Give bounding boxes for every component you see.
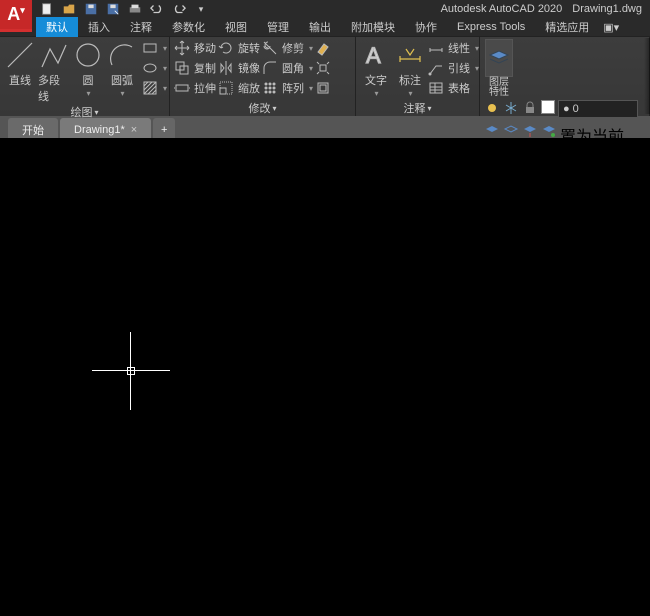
tab-overflow-icon[interactable]: ▣▾ [599,19,623,36]
layer-properties-icon [485,39,513,77]
mirror-icon[interactable] [218,60,234,76]
open-icon[interactable] [60,1,78,17]
erase-icon[interactable] [315,40,331,56]
circle-icon [72,39,104,71]
leader-icon[interactable] [428,60,444,76]
rectangle-icon[interactable] [142,40,158,56]
dimension-icon [394,39,426,71]
new-drawing-tab[interactable]: + [153,118,175,138]
quick-access-toolbar: ▾ [38,1,210,17]
tab-annotate[interactable]: 注释 [120,17,162,37]
offset-icon[interactable] [315,80,331,96]
saveas-icon[interactable] [104,1,122,17]
layer-combo[interactable]: ● 0 [558,100,638,118]
rotate-icon[interactable] [218,40,234,56]
app-logo[interactable]: A▾ [0,0,32,32]
svg-text:A: A [366,43,381,68]
tab-addins[interactable]: 附加模块 [341,17,405,37]
tab-view[interactable]: 视图 [215,17,257,37]
new-icon[interactable] [38,1,56,17]
panel-modify-title[interactable]: 修改▾ [174,100,351,116]
array-icon[interactable] [262,80,278,96]
explode-icon[interactable] [315,60,331,76]
panel-draw: 直线 多段线 圆▾ 圆弧▾ ▾ ▾ ▾ 绘图▾ [0,37,170,116]
qat-more-icon[interactable]: ▾ [192,1,210,17]
ribbon: 直线 多段线 圆▾ 圆弧▾ ▾ ▾ ▾ 绘图▾ [0,36,650,116]
panel-anno-title[interactable]: 注释▾ [360,100,475,116]
tab-output[interactable]: 输出 [299,17,341,37]
trim-icon[interactable] [262,40,278,56]
panel-layers: 图层 特性 ● 0 置为当前 [480,37,650,116]
hatch-icon[interactable] [142,80,158,96]
crosshair-pickbox [127,367,135,375]
arc-tool[interactable]: 圆弧▾ [106,39,138,98]
redo-icon[interactable] [170,1,188,17]
tab-express[interactable]: Express Tools [447,19,535,35]
document-name: Drawing1.dwg [572,3,642,15]
layer-lock-icon[interactable] [522,100,538,121]
text-icon: A [360,39,392,71]
layer-color-icon[interactable] [541,100,555,114]
drawing-tab-start[interactable]: 开始 [8,118,58,138]
tab-collab[interactable]: 协作 [405,17,447,37]
layer-freeze-icon[interactable] [503,100,519,121]
ribbon-tabs: 默认 插入 注释 参数化 视图 管理 输出 附加模块 协作 Express To… [0,18,650,36]
drawing-canvas[interactable] [0,138,650,616]
app-title: Autodesk AutoCAD 2020 [441,3,563,15]
arc-icon [106,39,138,71]
copy-icon[interactable] [174,60,190,76]
drawing-tab-current[interactable]: Drawing1* × [60,118,151,138]
polyline-tool[interactable]: 多段线 [38,39,70,104]
linear-dim-icon[interactable] [428,40,444,56]
table-icon[interactable] [428,80,444,96]
text-tool[interactable]: A 文字▾ [360,39,392,98]
ellipse-icon[interactable] [142,60,158,76]
ribbon-overflow-shadow [644,38,650,114]
plus-icon: + [161,124,167,136]
scale-icon[interactable] [218,80,234,96]
save-icon[interactable] [82,1,100,17]
move-icon[interactable] [174,40,190,56]
circle-tool[interactable]: 圆▾ [72,39,104,98]
line-icon [4,39,36,71]
tab-featured[interactable]: 精选应用 [535,17,599,37]
fillet-icon[interactable] [262,60,278,76]
layer-properties-button[interactable]: 图层 特性 [484,39,514,98]
layer-off-icon[interactable] [484,100,500,121]
title-bar: A▾ ▾ Autodesk AutoCAD 2020 Drawing1.dwg [0,0,650,18]
tab-parametric[interactable]: 参数化 [162,17,215,37]
layer-light-icon: ● [563,103,570,115]
tab-default[interactable]: 默认 [36,17,78,37]
panel-modify: 移动 复制 拉伸 旋转 镜像 缩放 修剪▾ 圆角▾ 阵列▾ 修改▾ [170,37,356,116]
undo-icon[interactable] [148,1,166,17]
stretch-icon[interactable] [174,80,190,96]
plot-icon[interactable] [126,1,144,17]
close-icon[interactable]: × [131,124,137,136]
line-tool[interactable]: 直线 [4,39,36,88]
panel-annotation: A 文字▾ 标注▾ 线性▾ 引线▾ 表格 注释▾ [356,37,480,116]
polyline-icon [38,39,70,71]
tab-manage[interactable]: 管理 [257,17,299,37]
dimension-tool[interactable]: 标注▾ [394,39,426,98]
tab-insert[interactable]: 插入 [78,17,120,37]
